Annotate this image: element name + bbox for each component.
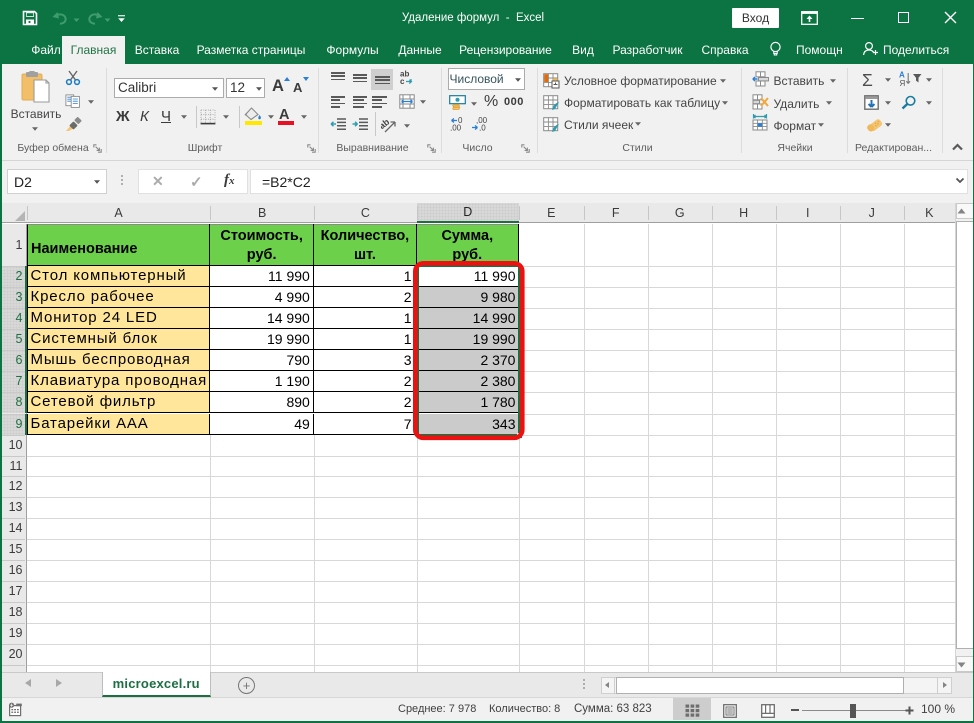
svg-text:c: c <box>400 77 405 85</box>
svg-text:ab: ab <box>381 117 392 131</box>
svg-text:,0: ,0 <box>479 124 486 132</box>
svg-text:Я: Я <box>900 79 906 87</box>
svg-text:,00: ,00 <box>450 124 462 132</box>
